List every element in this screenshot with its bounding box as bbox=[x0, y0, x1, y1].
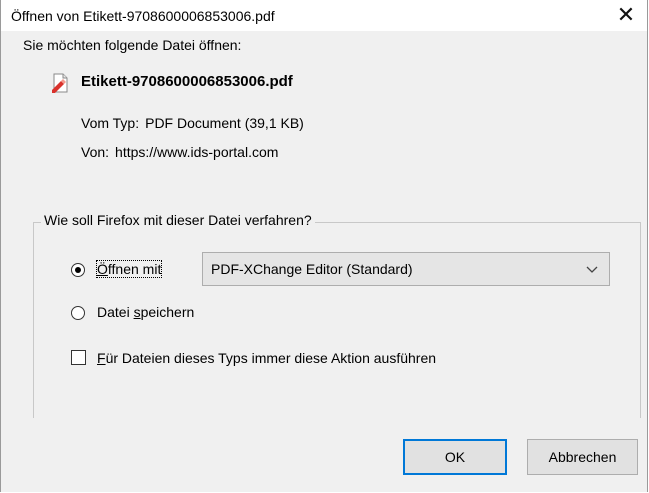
close-icon: ✕ bbox=[616, 3, 636, 28]
file-source-label: Von: bbox=[81, 144, 110, 160]
ok-button-label: OK bbox=[444, 449, 466, 465]
open-question-label: Sie möchten folgende Datei öffnen: bbox=[23, 37, 242, 53]
save-file-radio[interactable] bbox=[71, 306, 85, 320]
chevron-down-icon bbox=[586, 266, 598, 273]
application-select[interactable]: PDF-XChange Editor (Standard) bbox=[202, 252, 610, 286]
file-source-value: https://www.ids-portal.com bbox=[115, 144, 279, 160]
file-open-dialog: Öffnen von Etikett-9708600006853006.pdf … bbox=[0, 0, 648, 492]
always-do-label[interactable]: Für Dateien dieses Typs immer diese Akti… bbox=[97, 350, 436, 366]
open-with-label[interactable]: Öffnen mit bbox=[95, 260, 163, 278]
cancel-button[interactable]: Abbrechen bbox=[527, 439, 638, 475]
open-with-radio[interactable] bbox=[71, 263, 85, 277]
close-button[interactable]: ✕ bbox=[605, 0, 647, 31]
always-do-accel: F bbox=[97, 350, 106, 366]
always-do-checkbox[interactable] bbox=[71, 350, 86, 365]
window-title: Öffnen von Etikett-9708600006853006.pdf bbox=[11, 8, 275, 24]
file-type-row: Vom Typ: PDF Document (39,1 KB) bbox=[81, 115, 304, 131]
file-name: Etikett-9708600006853006.pdf bbox=[81, 73, 293, 90]
title-bar: Öffnen von Etikett-9708600006853006.pdf … bbox=[1, 0, 647, 31]
save-file-label[interactable]: Datei speichern bbox=[97, 304, 194, 320]
action-group-legend: Wie soll Firefox mit dieser Datei verfah… bbox=[41, 212, 315, 228]
file-type-label: Vom Typ: bbox=[81, 115, 140, 131]
file-type-value: PDF Document (39,1 KB) bbox=[145, 115, 304, 131]
ok-button[interactable]: OK bbox=[403, 439, 507, 475]
open-with-text: ffnen mit bbox=[107, 261, 162, 277]
cancel-button-label: Abbrechen bbox=[548, 449, 617, 465]
open-with-accel: Ö bbox=[97, 261, 108, 277]
save-file-accel: s bbox=[133, 304, 141, 320]
always-do-text: ür Dateien dieses Typs immer diese Aktio… bbox=[105, 350, 437, 366]
save-file-text: peichern bbox=[140, 304, 195, 320]
pdf-file-icon bbox=[52, 73, 68, 93]
file-source-row: Von: https://www.ids-portal.com bbox=[81, 144, 278, 160]
save-file-text-pre: Datei bbox=[97, 304, 134, 320]
application-select-value: PDF-XChange Editor (Standard) bbox=[211, 261, 413, 277]
